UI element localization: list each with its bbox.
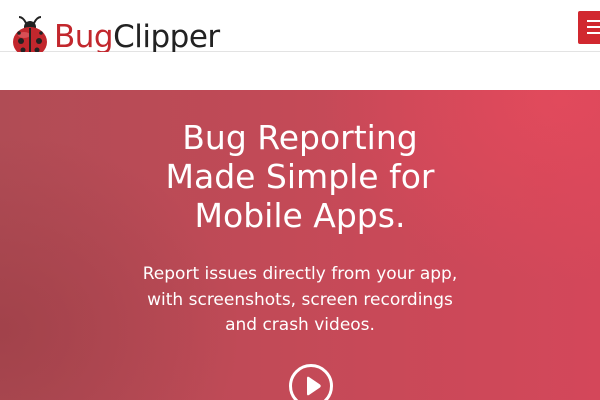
hero-title: Bug Reporting Made Simple for Mobile App… <box>0 118 600 235</box>
subheader-strip <box>0 52 600 90</box>
hero-title-line-3: Mobile Apps. <box>194 196 406 235</box>
menu-button[interactable] <box>578 11 600 44</box>
hero-subtitle: Report issues directly from your app, wi… <box>0 262 600 339</box>
play-icon <box>307 376 321 396</box>
hero-section: Bug Reporting Made Simple for Mobile App… <box>0 90 600 400</box>
hero-title-line-2: Made Simple for <box>165 157 435 196</box>
play-video-button[interactable] <box>289 364 333 400</box>
logo-text-bug: Bug <box>54 19 114 55</box>
hero-subtitle-line-2: with screenshots, screen recordings <box>147 289 453 310</box>
hero-subtitle-line-1: Report issues directly from your app, <box>142 264 458 284</box>
site-header: BugClipper <box>0 0 600 57</box>
hero-title-line-1: Bug Reporting <box>182 118 418 157</box>
logo-text-clipper: Clipper <box>113 19 220 55</box>
hero-subtitle-line-3: and crash videos. <box>225 315 375 335</box>
